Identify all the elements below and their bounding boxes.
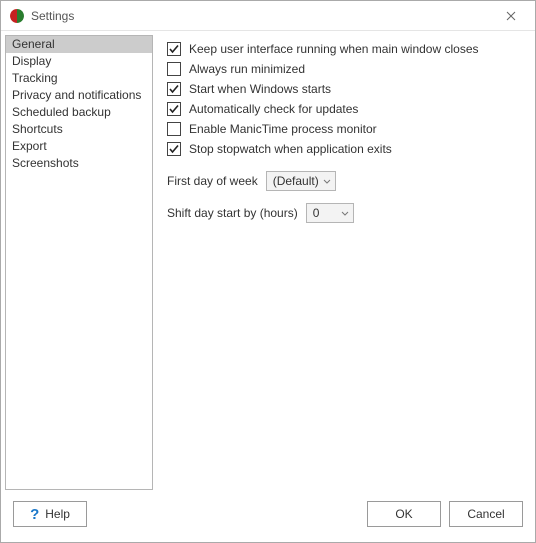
chevron-down-icon	[323, 174, 331, 188]
first-day-select[interactable]: (Default)	[266, 171, 336, 191]
close-icon	[506, 11, 516, 21]
checkbox[interactable]	[167, 62, 181, 76]
window-title: Settings	[31, 9, 495, 23]
sidebar-item-general[interactable]: General	[6, 36, 152, 53]
option-row: Automatically check for updates	[167, 99, 523, 119]
settings-window: Settings GeneralDisplayTrackingPrivacy a…	[0, 0, 536, 543]
sidebar-item-privacy-and-notifications[interactable]: Privacy and notifications	[6, 87, 152, 104]
checkbox[interactable]	[167, 82, 181, 96]
ok-button[interactable]: OK	[367, 501, 441, 527]
first-day-label: First day of week	[167, 174, 258, 188]
sidebar: GeneralDisplayTrackingPrivacy and notifi…	[5, 35, 153, 490]
shift-day-select[interactable]: 0	[306, 203, 354, 223]
option-label: Always run minimized	[189, 62, 305, 76]
sidebar-item-display[interactable]: Display	[6, 53, 152, 70]
checkbox[interactable]	[167, 42, 181, 56]
option-row: Enable ManicTime process monitor	[167, 119, 523, 139]
sidebar-item-export[interactable]: Export	[6, 138, 152, 155]
close-button[interactable]	[495, 4, 527, 28]
sidebar-item-screenshots[interactable]: Screenshots	[6, 155, 152, 172]
option-label: Enable ManicTime process monitor	[189, 122, 377, 136]
checkbox[interactable]	[167, 102, 181, 116]
option-row: Keep user interface running when main wi…	[167, 39, 523, 59]
option-row: Stop stopwatch when application exits	[167, 139, 523, 159]
titlebar: Settings	[1, 1, 535, 31]
first-day-value: (Default)	[273, 174, 319, 188]
checkbox[interactable]	[167, 142, 181, 156]
help-icon: ?	[30, 506, 39, 523]
help-button[interactable]: ? Help	[13, 501, 87, 527]
content: Keep user interface running when main wi…	[159, 35, 527, 490]
option-label: Keep user interface running when main wi…	[189, 42, 479, 56]
chevron-down-icon	[341, 206, 349, 220]
first-day-row: First day of week (Default)	[167, 171, 523, 191]
sidebar-item-shortcuts[interactable]: Shortcuts	[6, 121, 152, 138]
options-list: Keep user interface running when main wi…	[167, 39, 523, 159]
body: GeneralDisplayTrackingPrivacy and notifi…	[1, 31, 535, 494]
option-label: Start when Windows starts	[189, 82, 331, 96]
cancel-label: Cancel	[467, 507, 504, 521]
help-label: Help	[45, 507, 70, 521]
option-row: Always run minimized	[167, 59, 523, 79]
option-label: Stop stopwatch when application exits	[189, 142, 392, 156]
sidebar-item-scheduled-backup[interactable]: Scheduled backup	[6, 104, 152, 121]
shift-day-value: 0	[313, 206, 320, 220]
checkbox[interactable]	[167, 122, 181, 136]
app-icon	[9, 8, 25, 24]
option-row: Start when Windows starts	[167, 79, 523, 99]
ok-label: OK	[395, 507, 412, 521]
cancel-button[interactable]: Cancel	[449, 501, 523, 527]
footer: ? Help OK Cancel	[1, 494, 535, 542]
sidebar-item-tracking[interactable]: Tracking	[6, 70, 152, 87]
option-label: Automatically check for updates	[189, 102, 358, 116]
shift-day-row: Shift day start by (hours) 0	[167, 203, 523, 223]
shift-day-label: Shift day start by (hours)	[167, 206, 298, 220]
